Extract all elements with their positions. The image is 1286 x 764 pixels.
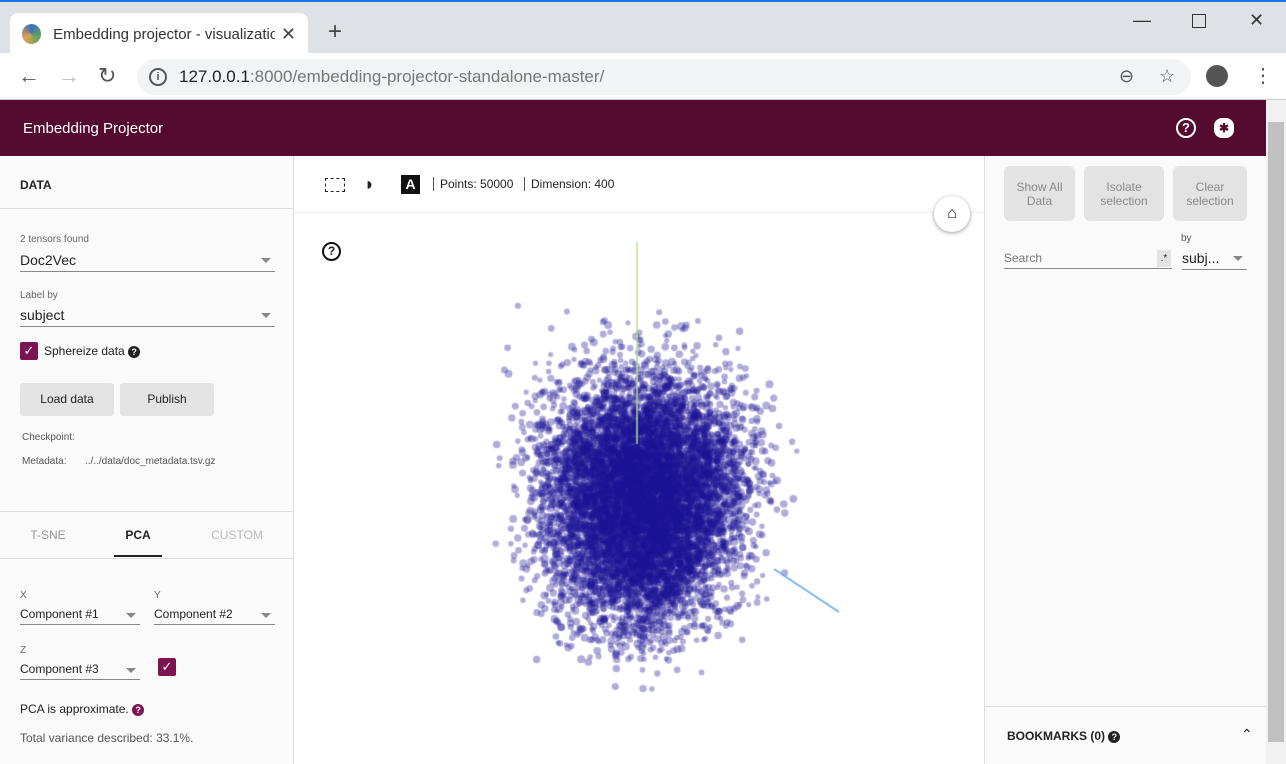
- chevron-down-icon: [126, 668, 136, 673]
- projector-view: ◗ A Points: 50000 Dimension: 400 ⌂ ?: [294, 156, 984, 764]
- scrollbar[interactable]: [1266, 100, 1286, 764]
- sphereize-label: Sphereize data ?: [44, 344, 141, 358]
- regex-toggle[interactable]: .*: [1157, 250, 1171, 267]
- x-component-select[interactable]: Component #1: [20, 607, 140, 625]
- x-label: X: [20, 590, 27, 601]
- new-tab-icon[interactable]: +: [328, 18, 342, 46]
- browser-toolbar: ← → ↻ i 127.0.0.1:8000/embedding-project…: [0, 53, 1286, 100]
- sphereize-checkbox[interactable]: ✓: [20, 342, 38, 360]
- search-by-select[interactable]: subj...: [1182, 250, 1247, 270]
- app-header: Embedding Projector ? ✱: [0, 100, 1266, 156]
- clear-selection-button[interactable]: Clear selection: [1173, 166, 1247, 221]
- search-input[interactable]: [1004, 248, 1172, 269]
- checkpoint-label: Checkpoint:: [22, 432, 75, 443]
- chevron-down-icon: [261, 613, 271, 618]
- info-icon[interactable]: i: [149, 68, 167, 86]
- maximize-icon[interactable]: [1192, 14, 1206, 28]
- help-icon[interactable]: ?: [132, 703, 145, 716]
- help-icon[interactable]: ?: [128, 345, 141, 358]
- metadata-label: Metadata:: [22, 456, 67, 467]
- label-by-select[interactable]: subject: [20, 307, 275, 327]
- app-title: Embedding Projector: [23, 120, 164, 137]
- close-tab-icon[interactable]: ✕: [281, 24, 296, 45]
- label-by-label: Label by: [20, 290, 58, 301]
- address-bar[interactable]: i 127.0.0.1:8000/embedding-projector-sta…: [137, 59, 1191, 95]
- divider: [0, 511, 294, 512]
- variance-text: Total variance described: 33.1%.: [20, 731, 194, 745]
- divider: [0, 208, 294, 209]
- data-panel: DATA 2 tensors found Doc2Vec Label by su…: [0, 156, 294, 764]
- points-count: Points: 50000: [433, 177, 513, 191]
- divider: [0, 558, 294, 559]
- chevron-down-icon: [1233, 256, 1243, 261]
- point-cloud-canvas[interactable]: [294, 214, 984, 764]
- load-data-button[interactable]: Load data: [20, 383, 114, 416]
- labels-toggle-icon[interactable]: A: [401, 175, 420, 194]
- show-all-data-button[interactable]: Show All Data: [1004, 166, 1075, 221]
- back-icon[interactable]: ←: [18, 63, 40, 89]
- active-tab-indicator: [114, 555, 162, 557]
- help-circle-icon[interactable]: ?: [1176, 118, 1196, 138]
- z-label: Z: [20, 645, 27, 656]
- profile-icon[interactable]: [1206, 65, 1228, 87]
- url-host: 127.0.0.1: [179, 67, 250, 86]
- close-window-icon[interactable]: ✕: [1249, 10, 1264, 31]
- bug-icon[interactable]: ✱: [1214, 118, 1234, 138]
- help-icon[interactable]: ?: [1108, 730, 1121, 743]
- tab-title: Embedding projector - visualization: [53, 25, 275, 43]
- chevron-down-icon: [126, 613, 136, 618]
- browser-tab-bar: Embedding projector - visualization ✕ + …: [0, 0, 1286, 55]
- z-enable-checkbox[interactable]: ✓: [158, 658, 176, 676]
- tensor-select[interactable]: Doc2Vec: [20, 252, 275, 272]
- tab-custom[interactable]: CUSTOM: [192, 528, 282, 542]
- night-mode-icon[interactable]: ◗: [364, 174, 375, 195]
- inspector-panel: Show All Data Isolate selection Clear se…: [984, 156, 1267, 764]
- zoom-icon[interactable]: ⊖: [1119, 66, 1134, 87]
- menu-icon[interactable]: ⋮: [1253, 63, 1273, 88]
- selection-box-icon[interactable]: [325, 178, 345, 192]
- data-panel-title: DATA: [20, 178, 52, 192]
- forward-icon[interactable]: →: [58, 63, 80, 89]
- minimize-icon[interactable]: —: [1133, 10, 1151, 31]
- tab-pca[interactable]: PCA: [93, 528, 183, 542]
- isolate-selection-button[interactable]: Isolate selection: [1084, 166, 1164, 221]
- chevron-down-icon: [261, 313, 271, 318]
- y-label: Y: [154, 590, 161, 601]
- scrollbar-thumb[interactable]: [1268, 122, 1284, 742]
- star-icon[interactable]: ☆: [1159, 66, 1175, 87]
- metadata-path: ../../data/doc_metadata.tsv.gz: [85, 456, 216, 467]
- chevron-down-icon: [261, 258, 271, 263]
- pca-approx-text: PCA is approximate. ?: [20, 702, 145, 716]
- by-label: by: [1181, 233, 1192, 244]
- bookmarks-title: BOOKMARKS (0) ?: [1007, 729, 1121, 743]
- chevron-up-icon[interactable]: ⌃: [1241, 726, 1253, 743]
- tensors-label: 2 tensors found: [20, 234, 89, 245]
- url-path: :8000/embedding-projector-standalone-mas…: [249, 67, 605, 86]
- divider: [985, 706, 1267, 707]
- z-component-select[interactable]: Component #3: [20, 662, 140, 680]
- dimension-count: Dimension: 400: [524, 177, 614, 191]
- publish-button[interactable]: Publish: [120, 383, 214, 416]
- tab-tsne[interactable]: T-SNE: [3, 528, 93, 542]
- reload-icon[interactable]: ↻: [98, 63, 116, 89]
- y-component-select[interactable]: Component #2: [154, 607, 275, 625]
- browser-tab[interactable]: Embedding projector - visualization ✕: [10, 13, 308, 55]
- viewer-toolbar: ◗ A Points: 50000 Dimension: 400: [294, 156, 984, 213]
- favicon-icon: [22, 24, 42, 44]
